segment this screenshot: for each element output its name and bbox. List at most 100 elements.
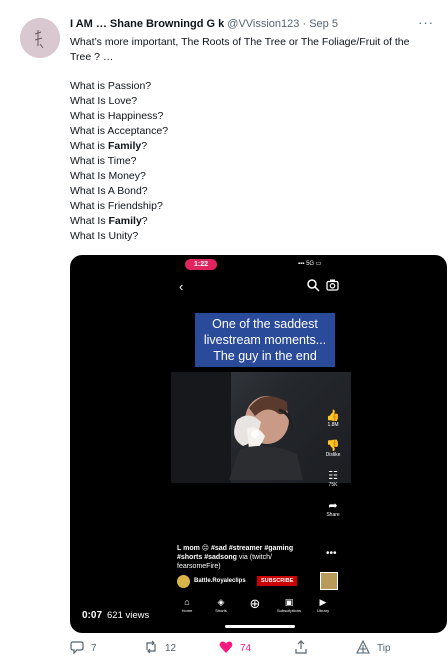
nav-label: Home [181, 608, 193, 613]
subscriptions-icon: ▣ [284, 597, 294, 607]
nav-subscriptions: ▣ Subscriptions [274, 597, 304, 613]
author-handle[interactable]: @VVission123 [227, 18, 299, 30]
video-description: L mom 😔 #sad #streamer #gaming #shorts #… [177, 544, 327, 571]
caption-line: One of the saddest [212, 317, 318, 331]
share-tweet-button[interactable] [294, 640, 315, 658]
nav-library: ▶ Library [308, 597, 338, 613]
search-icon [307, 279, 320, 292]
retweet-button[interactable]: 12 [144, 640, 176, 658]
thumbs-up-icon: 👍 [326, 410, 340, 422]
comment-icon: ☷ [328, 470, 338, 482]
view-count: 621 views [107, 610, 150, 621]
sound-thumbnail [320, 572, 338, 590]
question-list: What is Passion? What Is Love? What is Hap… [70, 79, 442, 244]
tip-icon [356, 639, 370, 654]
signal-indicator: ▪▪▪ 5G ▭ [298, 261, 322, 267]
like-count: 1.8M [327, 422, 339, 428]
nav-label: Subscriptions [276, 608, 301, 613]
video-duration: 0:07 [82, 610, 103, 621]
library-icon: ▶ [319, 597, 327, 607]
question-emphasis: Family [107, 140, 142, 152]
question-line: What Is A Bond? [70, 184, 442, 199]
question-text: What is Friendship? [70, 200, 163, 212]
camera-icon [326, 279, 339, 291]
channel-name: Battle.Royaleclips [194, 578, 246, 584]
question-line: What is Family? [70, 139, 442, 154]
share-label: Share [326, 512, 340, 518]
question-line: What Is Money? [70, 169, 442, 184]
question-suffix: ? [141, 140, 148, 152]
description-via: via (twitch/ [236, 554, 272, 561]
shorts-icon: ◈ [217, 597, 225, 607]
description-line: fearsomeFire) [177, 563, 221, 570]
question-text: What Is Unity? [70, 230, 139, 242]
tweet-intro-line[interactable]: Tree ? … [70, 50, 442, 65]
retweet-icon [146, 640, 156, 654]
question-text: What is Passion? [70, 80, 152, 92]
video-caption-overlay: One of the saddest livestream moments...… [195, 313, 335, 367]
nav-home: ⌂ Home [172, 597, 202, 613]
nav-label: Library [316, 608, 330, 613]
caption-line: The guy in the end [213, 349, 317, 363]
comment-count: 75K [328, 482, 338, 488]
streamer-image [229, 396, 303, 480]
home-icon: ⌂ [184, 597, 190, 607]
like-button[interactable]: 74 [219, 640, 251, 658]
more-options-icon[interactable]: ··· [418, 15, 434, 30]
question-line: What is Acceptance? [70, 124, 442, 139]
channel-avatar [177, 575, 190, 588]
share-icon: ➦ [328, 500, 338, 512]
back-icon: ‹ [179, 279, 184, 294]
question-line: What Is Family? [70, 214, 442, 229]
question-text: What Is [70, 215, 109, 227]
question-line: What is Happiness? [70, 109, 442, 124]
dislike-label: Dislike [325, 452, 341, 458]
retweet-count: 12 [165, 643, 177, 654]
video-meta: 0:07 621 views [82, 610, 149, 621]
comments-action[interactable]: ☷ 75K [318, 470, 348, 488]
question-text: What Is Love? [70, 95, 138, 107]
status-time: 1:22 [185, 259, 217, 270]
reply-icon [70, 641, 84, 655]
nav-shorts: ◈ Shorts [206, 597, 236, 613]
like-action[interactable]: 👍 1.8M [318, 410, 348, 428]
tweet-card[interactable]: I AM … Shane Browningd G k @VVission123 … [0, 0, 448, 663]
question-text: What is Acceptance? [70, 125, 169, 137]
description-hashtags: #shorts #sadsong [177, 554, 237, 561]
question-text: What Is A Bond? [70, 185, 148, 197]
more-icon: ••• [326, 548, 337, 559]
heart-icon [219, 641, 233, 653]
thumbs-down-icon: 👎 [326, 440, 340, 452]
question-text: What is Time? [70, 155, 137, 167]
separator-dot: · [302, 18, 307, 30]
author-name[interactable]: I AM … Shane Browningd G k [70, 18, 224, 30]
question-line: What Is Unity? [70, 229, 442, 244]
share-action[interactable]: ➦ Share [318, 500, 348, 518]
description-line: L mom 😔 #sad #streamer #gaming [177, 545, 294, 552]
question-text: What Is Money? [70, 170, 146, 182]
share-icon [295, 640, 307, 654]
youtube-nav-bar: ⌂ Home ◈ Shorts ⊕ ▣ Subscriptions ▶ Libr… [172, 597, 342, 619]
question-emphasis: Family [108, 215, 142, 227]
question-suffix: ? [141, 215, 148, 227]
question-line: What Is Love? [70, 94, 442, 109]
reply-count: 7 [91, 643, 97, 654]
embedded-video[interactable]: 1:22 ▪▪▪ 5G ▭ ‹ One of the saddest lives… [70, 255, 447, 633]
caption-line: livestream moments... [203, 333, 327, 347]
question-line: What is Passion? [70, 79, 442, 94]
home-indicator [225, 625, 295, 628]
question-line: What is Time? [70, 154, 442, 169]
author-avatar[interactable] [20, 18, 60, 58]
reply-button[interactable]: 7 [70, 640, 97, 658]
question-line: What is Friendship? [70, 199, 442, 214]
tweet-date[interactable]: Sep 5 [309, 18, 338, 30]
tweet-actions: 7 12 74 Tip [70, 639, 440, 658]
subscribe-button: SUBSCRIBE [257, 576, 298, 586]
tip-label: Tip [377, 643, 391, 654]
dislike-action[interactable]: 👎 Dislike [318, 440, 348, 458]
question-text: What is [70, 140, 108, 152]
tweet-intro-line: What’s more important, The Roots of The … [70, 36, 410, 48]
nav-create: ⊕ [240, 597, 270, 611]
tip-button[interactable]: Tip [356, 639, 391, 658]
tweet-header: I AM … Shane Browningd G k @VVission123 … [70, 17, 420, 31]
